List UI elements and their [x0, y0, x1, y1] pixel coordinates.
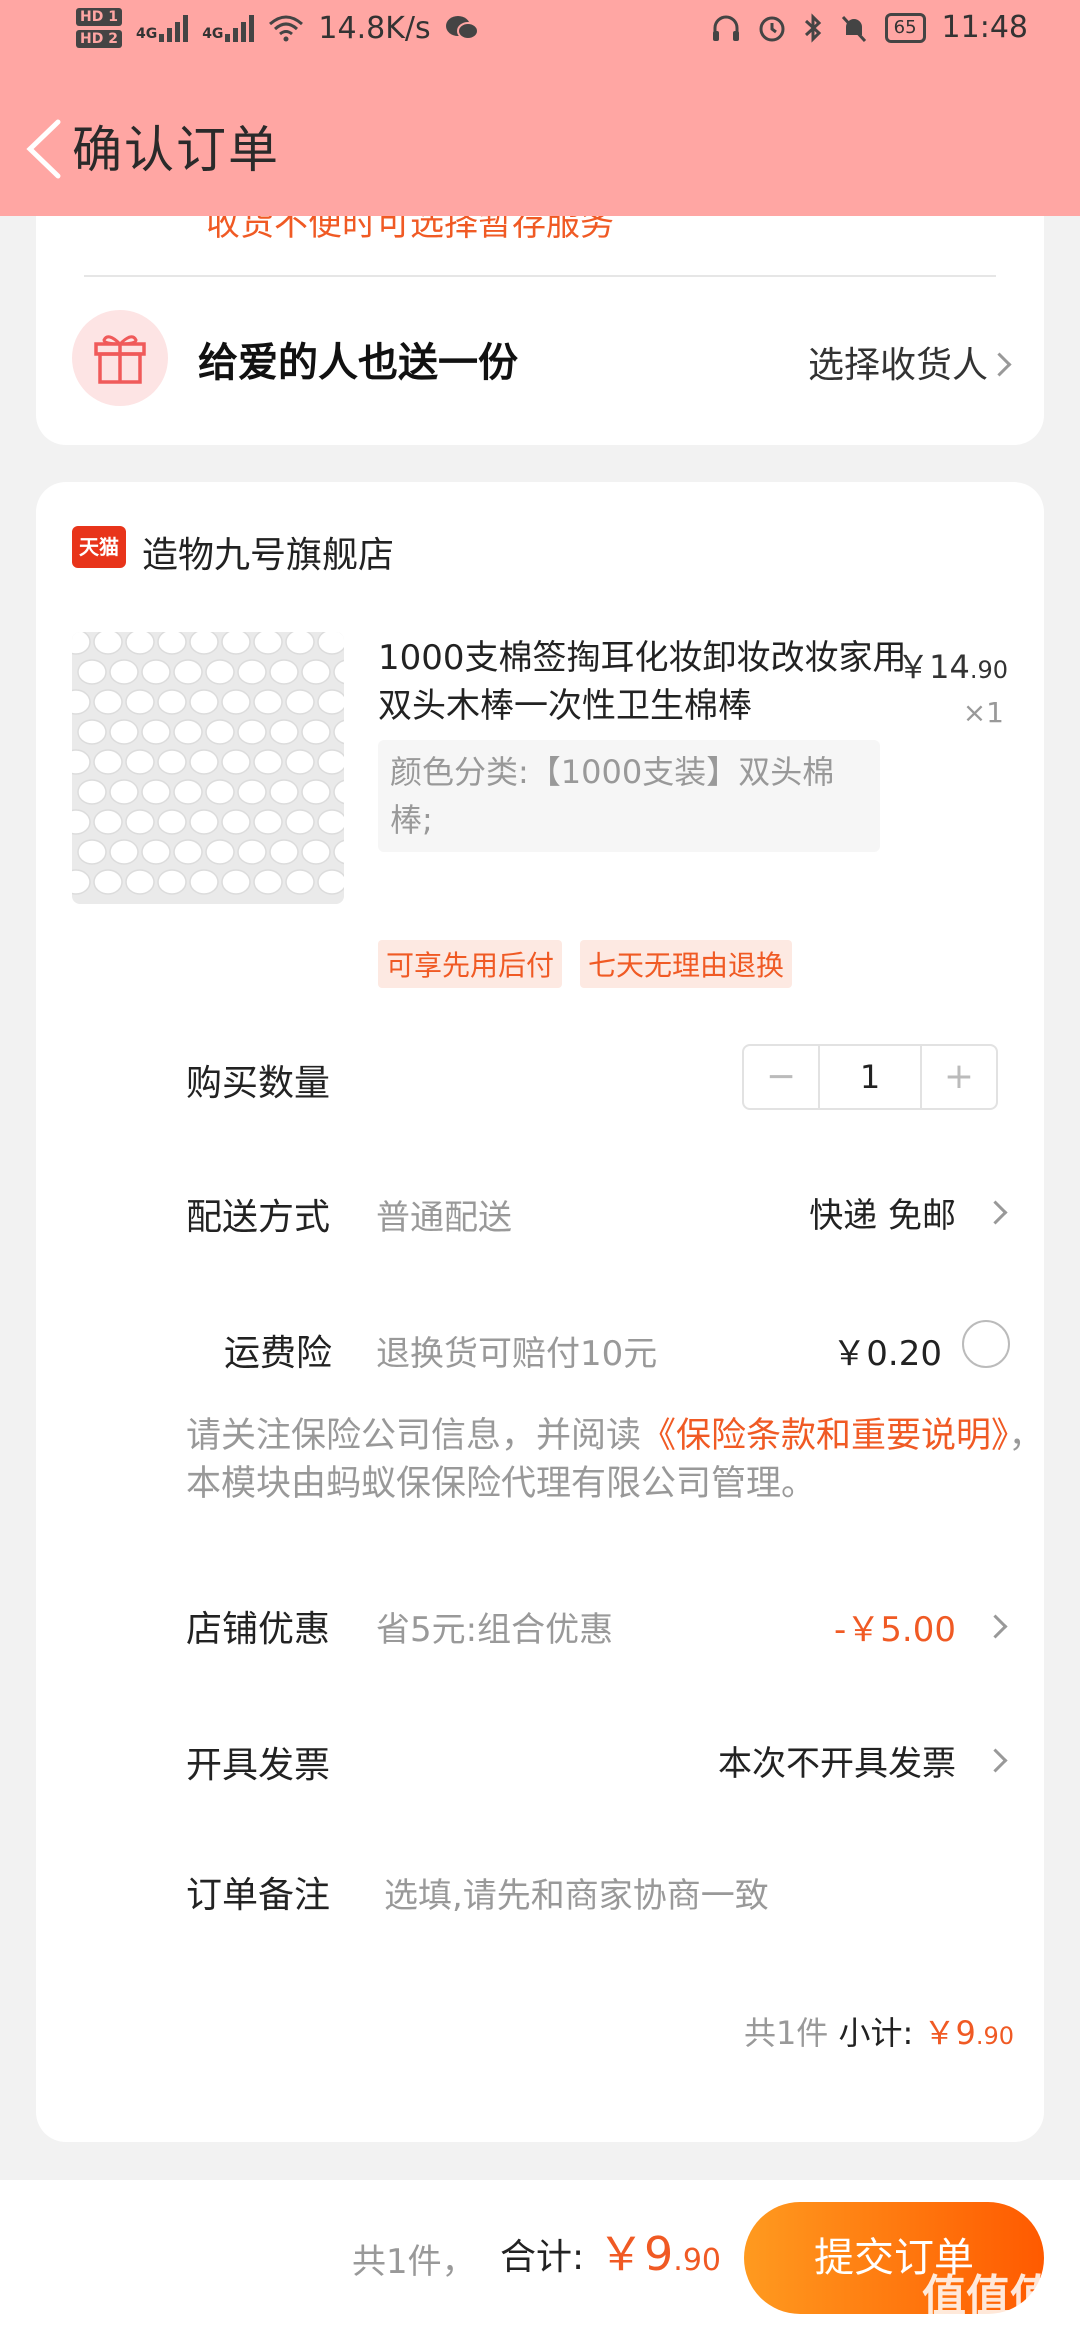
- subtotal-label: 小计:: [838, 2014, 914, 2052]
- network-type-label: 4G: [135, 26, 158, 42]
- discount-desc: 省5元:组合优惠: [376, 1610, 614, 1650]
- tag-seven-day-return: 七天无理由退换: [580, 940, 793, 988]
- remark-input[interactable]: 选填,请先和商家协商一致: [384, 1868, 769, 1917]
- select-recipient-link[interactable]: 选择收货人: [808, 336, 988, 388]
- product-title[interactable]: 1000支棉签掏耳化妆卸妆改妆家用双头木棒一次性卫生棉棒: [378, 634, 938, 730]
- network-type-label-2: 4G: [202, 26, 224, 42]
- insurance-price: ￥0.20: [832, 1334, 942, 1374]
- total-dec: .90: [673, 2243, 721, 2278]
- gift-title: 给爱的人也送一份: [198, 340, 518, 386]
- wechat-icon: [445, 16, 479, 40]
- gift-icon: [72, 310, 168, 406]
- alarm-icon: [759, 16, 785, 41]
- increment-button[interactable]: +: [922, 1046, 996, 1108]
- quantity-label: 购买数量: [186, 1063, 331, 1104]
- page-title: 确认订单: [72, 121, 280, 179]
- status-bar: HD 1 HD 2 4G 4G 14.8K/s 65 11:48: [0, 0, 1080, 72]
- total-label: 合计:: [500, 2237, 585, 2278]
- status-left: HD 1 HD 2 4G 4G 14.8K/s: [76, 8, 479, 48]
- remark-label: 订单备注: [186, 1875, 331, 1916]
- insurance-radio[interactable]: [962, 1320, 1010, 1368]
- subtotal-count: 共1件: [743, 2014, 829, 2052]
- tag-pay-later: 可享先用后付: [378, 940, 563, 988]
- discount-label: 店铺优惠: [186, 1609, 331, 1650]
- back-arrow-icon[interactable]: [18, 114, 74, 184]
- product-price-dec: .90: [969, 656, 1008, 684]
- headphones-icon: [712, 15, 739, 41]
- product-spec[interactable]: 颜色分类:【1000支装】双头棉棒;: [378, 740, 880, 852]
- battery-icon: 65: [884, 12, 926, 43]
- shop-name[interactable]: 造物九号旗舰店: [142, 526, 394, 578]
- watermark: 值值值 zhizhizhi.com: [922, 2260, 1054, 2339]
- quantity-value[interactable]: 1: [818, 1046, 922, 1108]
- signal-icon: 4G: [135, 14, 189, 42]
- insurance-desc: 退换货可赔付10元: [376, 1334, 658, 1374]
- subtotal-dec: .90: [975, 2022, 1014, 2050]
- hd1-label: HD 1: [76, 8, 122, 26]
- product-price: ￥14.90: [897, 642, 1008, 688]
- insurance-label: 运费险: [224, 1333, 333, 1374]
- insurance-terms-link[interactable]: 《保险条款和重要说明》: [641, 1416, 1009, 1456]
- service-tags: 可享先用后付 七天无理由退换: [378, 940, 793, 988]
- watermark-sub: zhizhizhi.com: [927, 2318, 1049, 2339]
- invoice-label: 开具发票: [186, 1745, 331, 1786]
- subtotal-int: ￥9: [923, 2014, 976, 2052]
- discount-value[interactable]: -￥5.00: [834, 1602, 956, 1651]
- status-right: 65 11:48: [711, 10, 1028, 45]
- tmall-logo: 天猫: [72, 526, 126, 568]
- network-speed: 14.8K/s: [318, 10, 431, 46]
- divider: [84, 275, 996, 277]
- hd2-label: HD 2: [76, 30, 122, 48]
- bluetooth-icon: [804, 12, 821, 43]
- chevron-right-icon: [987, 352, 1012, 377]
- total-count: 共1件，: [352, 2242, 476, 2282]
- insurance-notice: 请关注保险公司信息，并阅读《保险条款和重要说明》，本模块由蚂蚁保保险代理有限公司…: [186, 1412, 1046, 1508]
- clock: 11:48: [941, 10, 1028, 45]
- chevron-right-icon: [983, 1614, 1008, 1639]
- signal-icon-2: 4G: [202, 14, 255, 42]
- product-price-int: ￥14: [897, 648, 970, 686]
- delivery-type: 普通配送: [376, 1198, 512, 1238]
- total-value: ￥9.90: [598, 2218, 721, 2284]
- mute-bell-icon: [841, 15, 866, 42]
- wifi-icon: [269, 15, 304, 42]
- invoice-value[interactable]: 本次不开具发票: [718, 1736, 956, 1785]
- product-quantity: ×1: [962, 696, 1004, 729]
- order-card: 天猫 造物九号旗舰店 1000支棉签掏耳化妆卸妆改妆家用双头木棒一次性卫生棉棒 …: [36, 482, 1044, 2142]
- total-int: ￥9: [598, 2227, 674, 2281]
- chevron-right-icon: [983, 1748, 1008, 1773]
- bottom-bar: 共1件， 合计: ￥9.90 提交订单 值值值 zhizhizhi.com: [0, 2180, 1080, 2340]
- subtotal: 共1件 小计: ￥9.90: [744, 2008, 1014, 2054]
- delivery-value[interactable]: 快递 免邮: [809, 1188, 956, 1237]
- product-image[interactable]: [72, 632, 344, 904]
- nav-bar: 确认订单: [0, 96, 1080, 196]
- watermark-text: 值值值: [922, 2271, 1054, 2322]
- hd-indicator: HD 1 HD 2: [76, 8, 122, 48]
- chevron-right-icon: [983, 1200, 1008, 1225]
- notice-prefix: 请关注保险公司信息，并阅读: [186, 1416, 642, 1456]
- header-bar: HD 1 HD 2 4G 4G 14.8K/s 65 11:48 确认订单: [0, 0, 1080, 216]
- quantity-stepper: − 1 +: [742, 1044, 998, 1110]
- delivery-label: 配送方式: [186, 1197, 331, 1238]
- decrement-button[interactable]: −: [744, 1046, 818, 1108]
